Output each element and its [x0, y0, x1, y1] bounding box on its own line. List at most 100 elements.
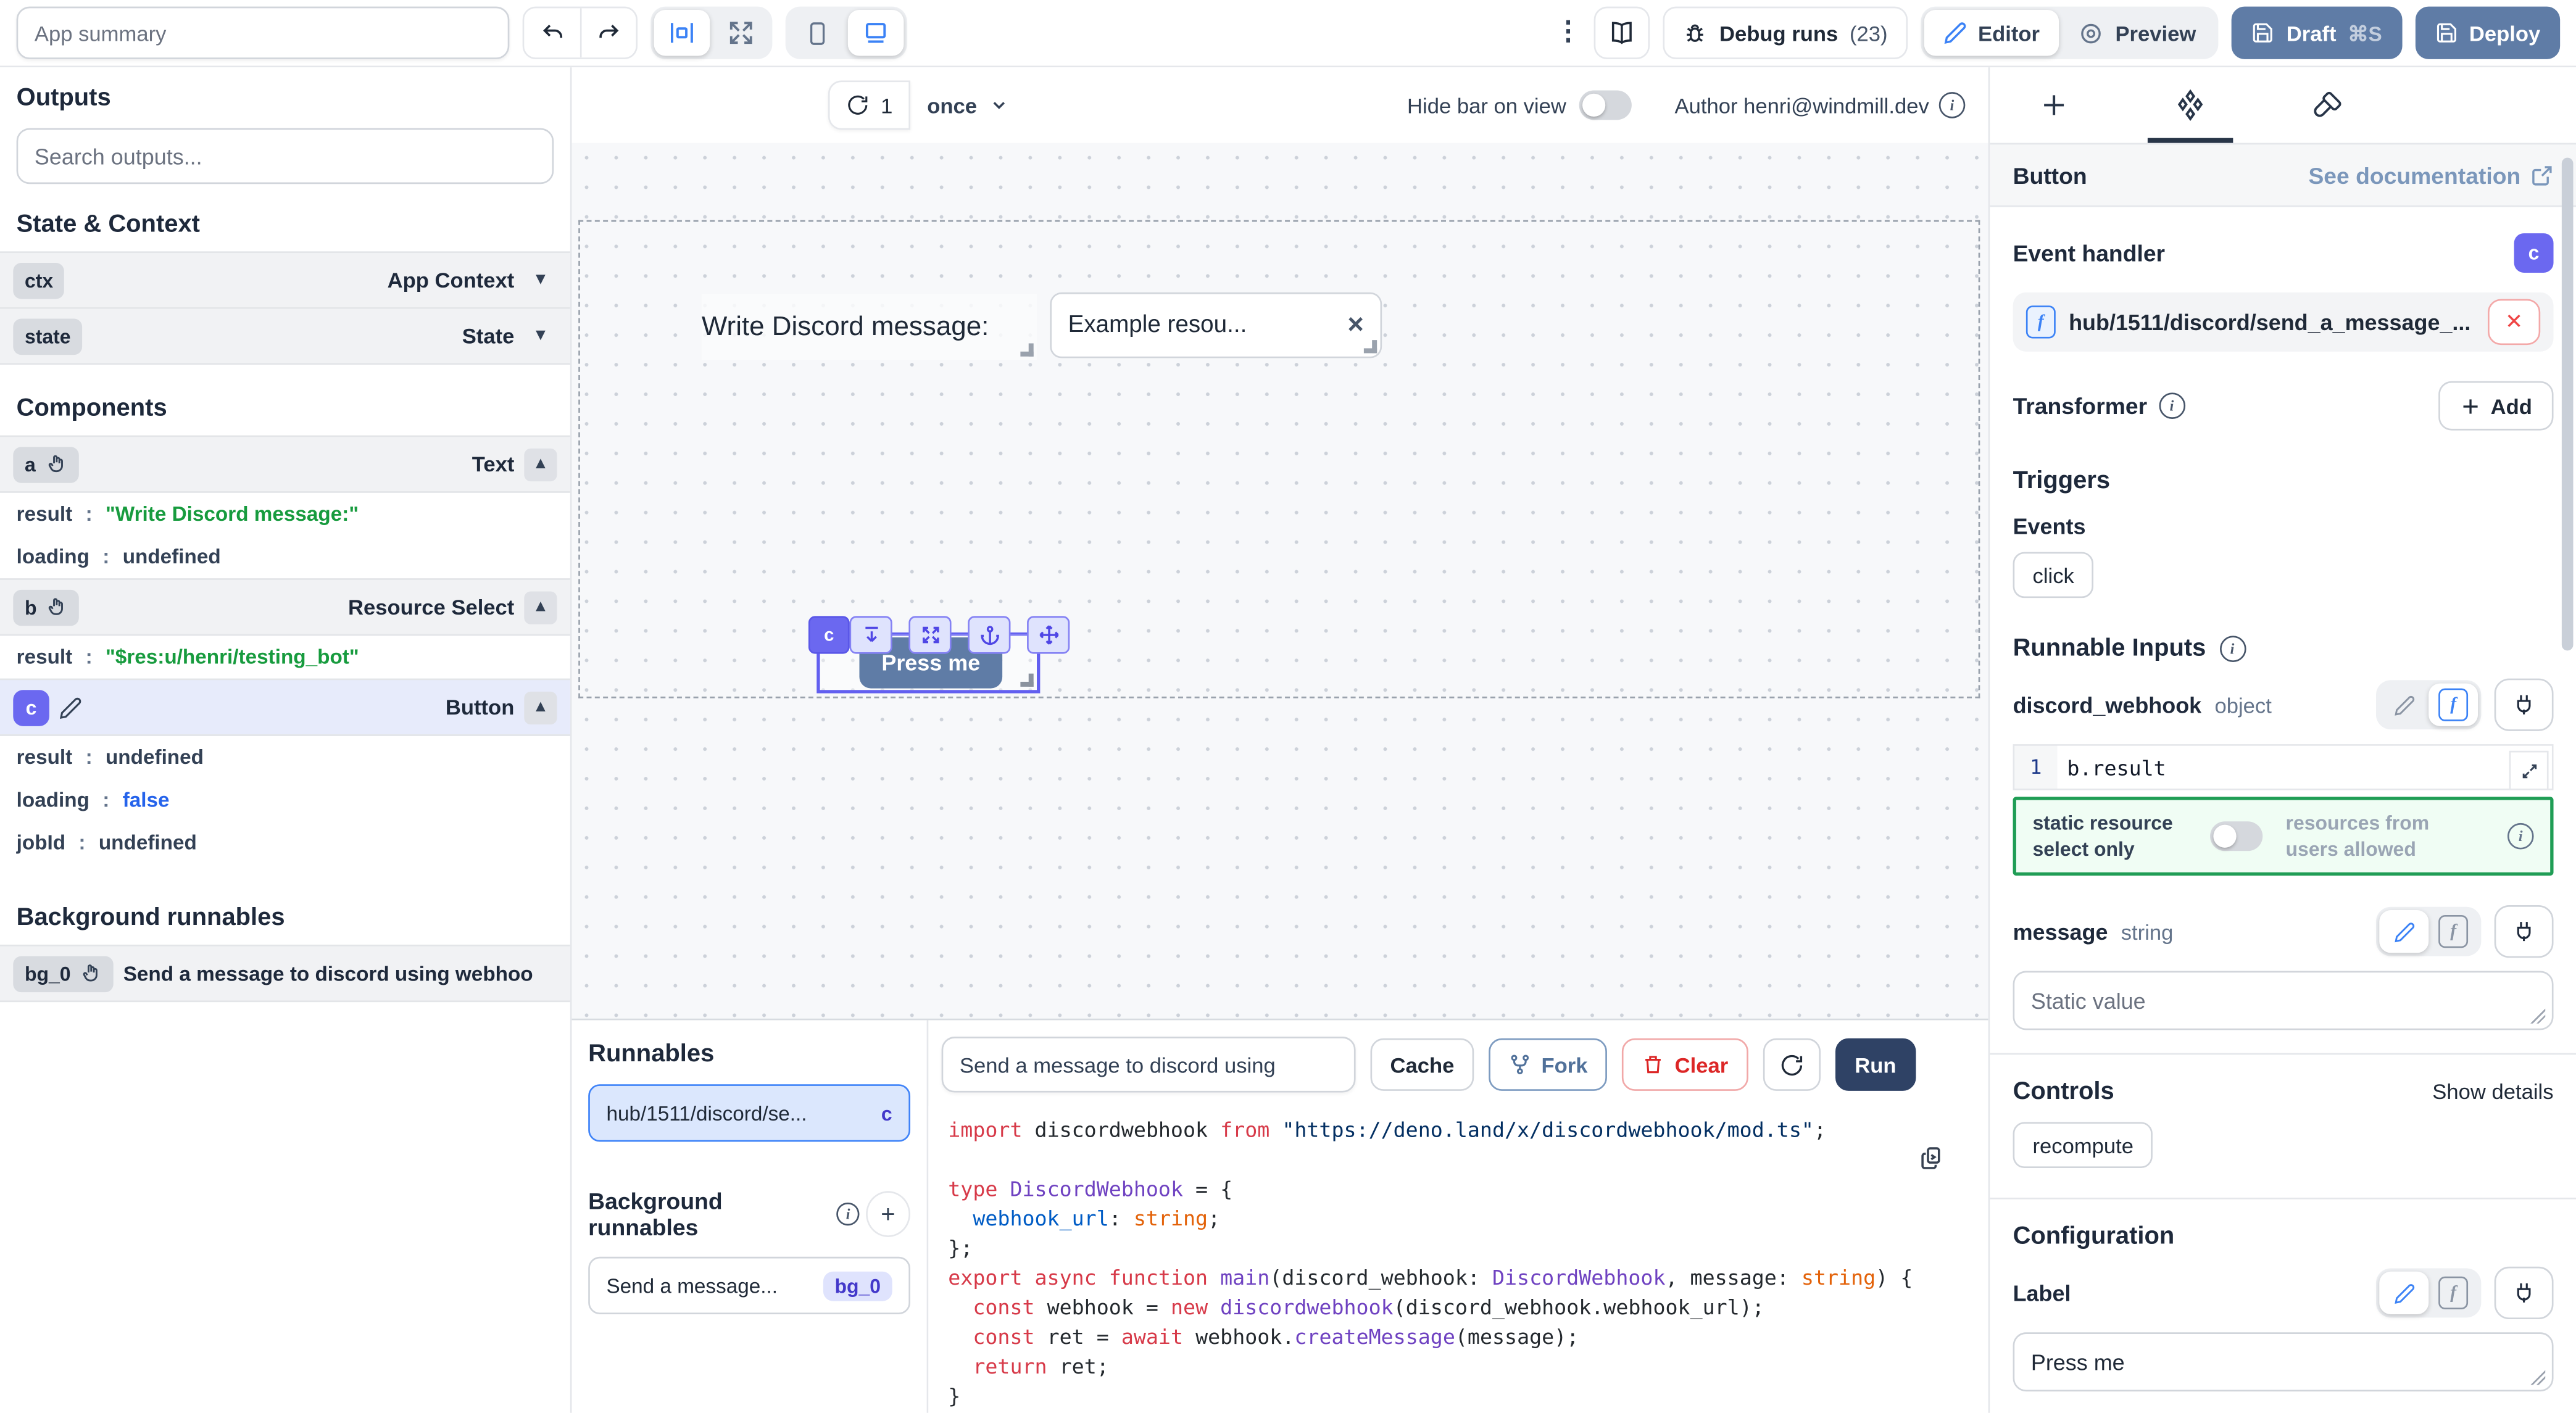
- scrollbar-thumb[interactable]: [2562, 158, 2574, 651]
- author-label: Author henri@windmill.dev: [1675, 93, 1929, 117]
- see-documentation-link[interactable]: See documentation: [2308, 162, 2553, 188]
- bg-runnable-item[interactable]: Send a message... bg_0: [588, 1257, 910, 1314]
- resize-handle[interactable]: [1364, 340, 1377, 353]
- plus-icon: [2459, 395, 2481, 416]
- component-a-type: Text: [472, 452, 515, 476]
- fork-button[interactable]: Fork: [1489, 1038, 1607, 1091]
- component-b-type: Resource Select: [348, 595, 514, 619]
- expand-icon: [728, 20, 754, 46]
- script-name-input[interactable]: [942, 1037, 1356, 1093]
- expand-component-button[interactable]: [908, 616, 951, 653]
- mobile-view-toggle[interactable]: [789, 10, 845, 56]
- copy-icon[interactable]: [1919, 1145, 1946, 1172]
- more-menu-button[interactable]: ⋮: [1555, 20, 1582, 46]
- component-c-badge: c: [13, 689, 49, 726]
- eval-mode-button[interactable]: f: [2429, 911, 2478, 953]
- expand-icon: [2520, 761, 2538, 779]
- runnable-item-selected[interactable]: hub/1511/discord/se... c: [588, 1084, 910, 1142]
- anchor-component-button[interactable]: [968, 616, 1010, 653]
- arrow-down-to-line-icon: [860, 624, 882, 646]
- message-static-input[interactable]: Static value: [2013, 972, 2554, 1031]
- text-component[interactable]: Write Discord message:: [702, 294, 1037, 360]
- info-icon: i: [2159, 392, 2185, 419]
- add-background-runnable-button[interactable]: +: [866, 1191, 910, 1237]
- resize-handle[interactable]: [1020, 674, 1033, 687]
- static-mode-button[interactable]: [2379, 911, 2429, 953]
- dock-bottom-button[interactable]: [850, 616, 892, 653]
- hand-pointer-icon: [46, 454, 67, 475]
- redo-button[interactable]: [580, 8, 636, 57]
- draft-button[interactable]: Draft ⌘S: [2232, 7, 2402, 59]
- resize-grip[interactable]: [2530, 1009, 2545, 1024]
- resize-grip[interactable]: [2530, 1371, 2545, 1386]
- component-c-header[interactable]: c Button ▲: [0, 679, 570, 736]
- eval-mode-button[interactable]: f: [2429, 684, 2478, 726]
- run-button[interactable]: Run: [1835, 1038, 1916, 1091]
- debug-runs-button[interactable]: Debug runs (23): [1663, 7, 1907, 59]
- pencil-icon[interactable]: [59, 696, 82, 719]
- tab-insert-component[interactable]: [2019, 67, 2088, 143]
- tab-editor[interactable]: Editor: [1924, 10, 2059, 56]
- show-details-link[interactable]: Show details: [2432, 1080, 2553, 1104]
- refresh-script-button[interactable]: [1763, 1038, 1820, 1091]
- connect-input-button[interactable]: [2495, 679, 2554, 731]
- eval-mode-button[interactable]: f: [2429, 1272, 2478, 1315]
- clear-button[interactable]: Clear: [1622, 1038, 1748, 1091]
- cache-button[interactable]: Cache: [1371, 1038, 1474, 1091]
- app-canvas-panel: 1 once Hide bar on view Author henri@win…: [572, 67, 1988, 1019]
- expression-code[interactable]: b.result: [2057, 746, 2551, 789]
- static-mode-button[interactable]: [2379, 1272, 2429, 1315]
- connect-input-button[interactable]: [2495, 906, 2554, 958]
- fullwidth-layout-toggle[interactable]: [713, 10, 770, 56]
- hide-bar-toggle[interactable]: [1579, 90, 1632, 120]
- chevron-up-icon[interactable]: ▲: [524, 691, 557, 724]
- event-handler-script[interactable]: f hub/1511/discord/send_a_message_... ✕: [2013, 292, 2554, 352]
- chevron-up-icon[interactable]: ▲: [524, 448, 557, 481]
- expand-editor-button[interactable]: [2509, 751, 2549, 790]
- recompute-control[interactable]: recompute: [2013, 1122, 2153, 1169]
- resize-handle[interactable]: [1020, 343, 1033, 356]
- ctx-row[interactable]: ctx App Context ▼: [0, 251, 570, 309]
- chevron-down-icon[interactable]: ▼: [524, 320, 557, 352]
- app-summary-input[interactable]: [17, 7, 510, 59]
- transformer-title: Transformer: [2013, 392, 2148, 419]
- desktop-view-toggle[interactable]: [848, 10, 904, 56]
- book-icon: [1610, 20, 1636, 46]
- schedule-dropdown[interactable]: once: [911, 80, 1025, 130]
- tab-styling[interactable]: [2292, 67, 2362, 143]
- component-b-header[interactable]: b Resource Select ▲: [0, 578, 570, 636]
- docs-book-button[interactable]: [1595, 7, 1651, 59]
- settings-tabs: [1990, 67, 2576, 143]
- bg0-row[interactable]: bg_0 Send a message to discord using web…: [0, 945, 570, 1002]
- component-a-header[interactable]: a Text ▲: [0, 436, 570, 493]
- handler-path: hub/1511/discord/send_a_message_...: [2069, 310, 2475, 334]
- refresh-count-button[interactable]: 1: [828, 80, 911, 130]
- add-transformer-button[interactable]: Add: [2438, 381, 2553, 431]
- refresh-icon: [846, 94, 869, 117]
- static-mode-button[interactable]: [2379, 684, 2429, 726]
- code-editor[interactable]: import discordwebhook from "https://deno…: [928, 1106, 1988, 1413]
- resource-select-component[interactable]: Example resou... ×: [1050, 292, 1382, 358]
- connect-input-button[interactable]: [2495, 1267, 2554, 1320]
- bug-icon: [1683, 20, 1708, 45]
- chevron-up-icon[interactable]: ▲: [524, 590, 557, 623]
- tab-preview[interactable]: Preview: [2059, 10, 2216, 56]
- move-component-button[interactable]: [1027, 616, 1070, 653]
- tab-component-settings[interactable]: [2154, 67, 2227, 143]
- preview-label: Preview: [2115, 20, 2196, 45]
- canvas-grid[interactable]: Write Discord message: Example resou... …: [572, 143, 1988, 1019]
- resource-mode-toggle[interactable]: [2210, 822, 2262, 852]
- state-row[interactable]: state State ▼: [0, 309, 570, 365]
- bg-runnable-badge: bg_0: [823, 1270, 892, 1300]
- discord-webhook-expression[interactable]: 1 b.result: [2013, 744, 2554, 790]
- deploy-button[interactable]: Deploy: [2415, 7, 2560, 59]
- label-value-input[interactable]: Press me: [2013, 1333, 2554, 1392]
- undo-icon: [540, 20, 565, 45]
- search-outputs-input[interactable]: [17, 128, 554, 184]
- center-layout-toggle[interactable]: [654, 10, 710, 56]
- chevron-down-icon[interactable]: ▼: [524, 263, 557, 296]
- clear-selection-icon[interactable]: ×: [1347, 309, 1363, 342]
- undo-button[interactable]: [524, 8, 580, 57]
- remove-handler-button[interactable]: ✕: [2488, 299, 2540, 346]
- component-c-type: Button: [446, 695, 514, 719]
